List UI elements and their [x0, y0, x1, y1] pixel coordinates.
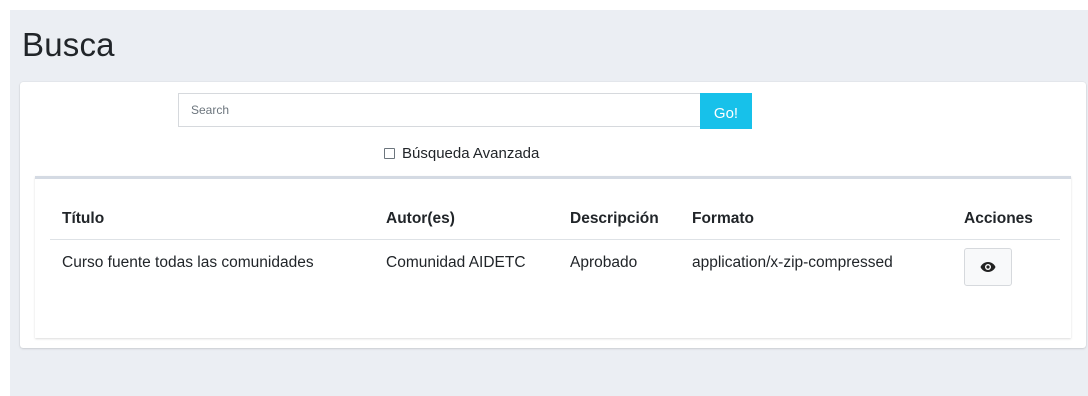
eye-icon	[980, 261, 996, 272]
cell-autor: Comunidad AIDETC	[386, 253, 526, 271]
column-header-acciones: Acciones	[952, 199, 1060, 240]
advanced-search-toggle[interactable]: Búsqueda Avanzada	[384, 145, 539, 162]
page-area: Busca Go! Búsqueda Avanzada Título	[10, 10, 1088, 396]
page-title: Busca	[22, 26, 115, 63]
column-header-descripcion: Descripción	[558, 199, 680, 240]
advanced-search-label: Búsqueda Avanzada	[402, 145, 540, 162]
view-button[interactable]	[964, 247, 1012, 286]
advanced-search-checkbox[interactable]	[384, 148, 395, 159]
cell-acciones	[952, 239, 1060, 286]
search-input[interactable]	[178, 93, 700, 127]
table-header-row: Título Autor(es) Descripción Formato Acc…	[50, 199, 1060, 240]
column-header-titulo: Título	[50, 199, 374, 240]
go-button[interactable]: Go!	[700, 93, 752, 129]
cell-titulo: Curso fuente todas las comunidades	[62, 253, 314, 271]
results-panel: Título Autor(es) Descripción Formato Acc…	[35, 176, 1071, 338]
table-row: Curso fuente todas las comunidades Comun…	[50, 239, 1060, 286]
results-table: Título Autor(es) Descripción Formato Acc…	[50, 199, 1060, 286]
column-header-autores: Autor(es)	[374, 199, 558, 240]
cell-formato: application/x-zip-compressed	[692, 253, 893, 271]
cell-descripcion: Aprobado	[570, 253, 638, 271]
search-card: Go! Búsqueda Avanzada Título Autor(es)	[20, 82, 1086, 348]
column-header-formato: Formato	[680, 199, 952, 240]
